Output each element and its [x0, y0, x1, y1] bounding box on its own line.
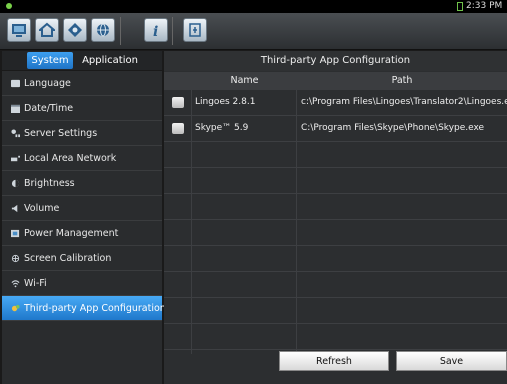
table-header: Name Path: [164, 72, 507, 90]
network-icon: [11, 155, 20, 162]
app-table: Lingoes 2.8.1 c:\Program Files\Lingoes\T…: [164, 90, 507, 354]
clock: 2:33 PM: [466, 1, 503, 11]
battery-icon: [457, 2, 463, 11]
toolbar-divider: [172, 17, 173, 45]
app-config-icon: [11, 304, 20, 312]
toolbar-divider: [120, 17, 121, 45]
row-divider: [164, 271, 507, 272]
sidebar-item-language[interactable]: Language: [2, 71, 162, 96]
row-divider: [164, 219, 507, 220]
tag-icon: [68, 23, 82, 37]
sidebar-item-label: Screen Calibration: [24, 253, 112, 264]
sidebar-item-power-management[interactable]: Power Management: [2, 221, 162, 246]
sidebar-item-third-party-app-configuration[interactable]: Third-party App Configuration: [2, 296, 166, 321]
desktop-icon: [12, 24, 26, 37]
sidebar-item-label: Server Settings: [24, 128, 98, 139]
toolbar: i: [0, 13, 507, 50]
sidebar-item-datetime[interactable]: Date/Time: [2, 96, 162, 121]
exit-button[interactable]: [183, 18, 207, 42]
sidebar-item-label: Local Area Network: [24, 153, 117, 164]
refresh-button[interactable]: Refresh: [279, 351, 389, 371]
status-bar: 2:33 PM: [0, 0, 507, 13]
brightness-icon: [11, 179, 20, 188]
power-icon: [11, 229, 20, 238]
exit-icon: [189, 23, 201, 37]
svg-text:i: i: [153, 24, 158, 38]
status-dot-icon: [6, 3, 12, 9]
sidebar-item-label: Brightness: [24, 178, 75, 189]
sidebar: Language Date/Time Server Settings Local…: [2, 71, 166, 384]
app-name: Lingoes 2.8.1: [195, 97, 256, 107]
page-title: Third-party App Configuration: [164, 51, 507, 71]
table-row[interactable]: Skype™ 5.9 C:\Program Files\Skype\Phone\…: [164, 116, 507, 141]
row-divider: [164, 297, 507, 298]
sidebar-item-label: Date/Time: [24, 103, 74, 114]
sidebar-item-label: Third-party App Configuration: [24, 303, 166, 314]
sidebar-item-screen-calibration[interactable]: Screen Calibration: [2, 246, 162, 271]
desktop-button[interactable]: [7, 18, 31, 42]
tab-bar: System Application: [2, 51, 162, 70]
tag-button[interactable]: [63, 18, 87, 42]
save-button[interactable]: Save: [396, 351, 507, 371]
column-header-name: Name: [230, 75, 259, 86]
globe-icon: [97, 23, 109, 37]
tab-system[interactable]: System: [27, 52, 73, 69]
app-path: c:\Program Files\Lingoes\Translator2\Lin…: [301, 97, 507, 107]
globe-button[interactable]: [91, 18, 115, 42]
sidebar-item-brightness[interactable]: Brightness: [2, 171, 162, 196]
info-icon: i: [153, 24, 158, 38]
sidebar-item-label: Wi-Fi: [24, 278, 47, 289]
row-divider: [164, 245, 507, 246]
sidebar-item-wifi[interactable]: Wi-Fi: [2, 271, 162, 296]
column-header-path: Path: [391, 75, 413, 86]
app-name: Skype™ 5.9: [195, 123, 249, 133]
calibration-icon: [11, 254, 20, 263]
row-checkbox[interactable]: [172, 123, 184, 134]
tab-application[interactable]: Application: [82, 52, 138, 69]
home-button[interactable]: [35, 18, 59, 42]
table-row[interactable]: Lingoes 2.8.1 c:\Program Files\Lingoes\T…: [164, 90, 507, 115]
language-icon: [11, 79, 20, 88]
row-divider: [164, 193, 507, 194]
row-divider: [164, 167, 507, 168]
home-icon: [39, 22, 55, 37]
app-path: C:\Program Files\Skype\Phone\Skype.exe: [301, 123, 485, 133]
volume-icon: [11, 204, 18, 213]
app-config-panel: Third-party App Configuration Name Path …: [164, 51, 507, 384]
sidebar-item-volume[interactable]: Volume: [2, 196, 162, 221]
sidebar-item-label: Volume: [24, 203, 60, 214]
row-divider: [164, 141, 507, 142]
sidebar-item-local-area-network[interactable]: Local Area Network: [2, 146, 162, 171]
calendar-icon: [11, 104, 20, 113]
wifi-icon: [11, 280, 20, 288]
server-icon: [11, 129, 20, 138]
sidebar-item-label: Language: [24, 78, 71, 89]
sidebar-item-label: Power Management: [24, 228, 119, 239]
row-divider: [164, 349, 507, 350]
info-button[interactable]: i: [144, 18, 168, 42]
row-checkbox[interactable]: [172, 97, 184, 108]
sidebar-item-server-settings[interactable]: Server Settings: [2, 121, 162, 146]
row-divider: [164, 323, 507, 324]
